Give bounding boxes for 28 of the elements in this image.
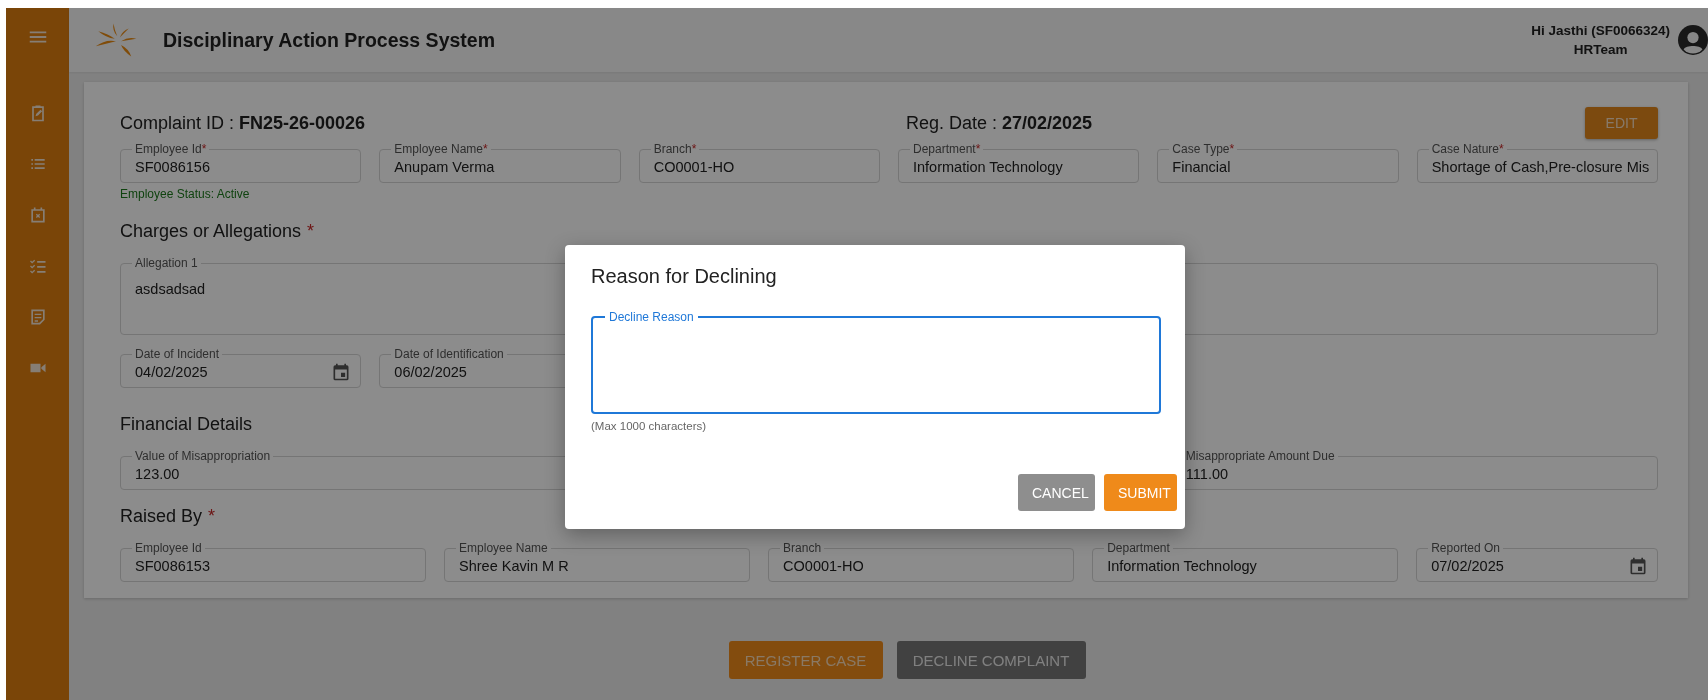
section-heading: Financial Details [120, 414, 253, 435]
user-greeting: Hi Jasthi (SF0066324) [1531, 22, 1670, 40]
employee-status: Employee Status: Active [120, 187, 251, 201]
text-area-field[interactable]: Decline Reason [591, 310, 1161, 414]
dialog-title: Reason for Declining [591, 265, 778, 288]
avatar-icon[interactable] [1678, 25, 1708, 55]
text-field[interactable]: Case Type* Financial [1157, 142, 1399, 183]
user-role: HRTeam [1573, 41, 1628, 59]
text-field[interactable]: Department Information Technology [1092, 541, 1399, 582]
text-field[interactable]: Branch CO0001-HO [768, 541, 1075, 582]
text-field[interactable]: Department* Information Technology [898, 142, 1140, 183]
section-heading: Raised By * [120, 506, 216, 527]
helper-text: (Max 1000 characters) [591, 420, 708, 432]
registration-date: Reg. Date : 27/02/2025 [906, 112, 1093, 134]
text-field[interactable]: Employee Id* SF0086156 [120, 142, 362, 183]
cancel-button[interactable]: CANCEL [1018, 474, 1095, 511]
text-field[interactable]: Reported On 07/02/2025 [1416, 541, 1658, 582]
text-field[interactable]: Employee Name Shree Kavin M R [444, 541, 751, 582]
text-field[interactable]: Employee Name* Anupam Verma [379, 142, 621, 183]
complaint-id: Complaint ID : FN25-26-00026 [120, 112, 367, 134]
calendar-icon[interactable] [1628, 555, 1648, 576]
text-field[interactable]: Employee Id SF0086153 [120, 541, 427, 582]
app-title: Disciplinary Action Process System [163, 28, 495, 52]
text-field[interactable]: Case Nature* Shortage of Cash,Pre-closure Mis [1416, 142, 1658, 183]
text-field[interactable]: Branch* CO0001-HO [638, 142, 880, 183]
section-heading: Charges or Allegations * [120, 221, 315, 242]
text-field[interactable]: Date of Incident 04/02/2025 [120, 347, 362, 388]
calendar-icon[interactable] [331, 361, 352, 382]
